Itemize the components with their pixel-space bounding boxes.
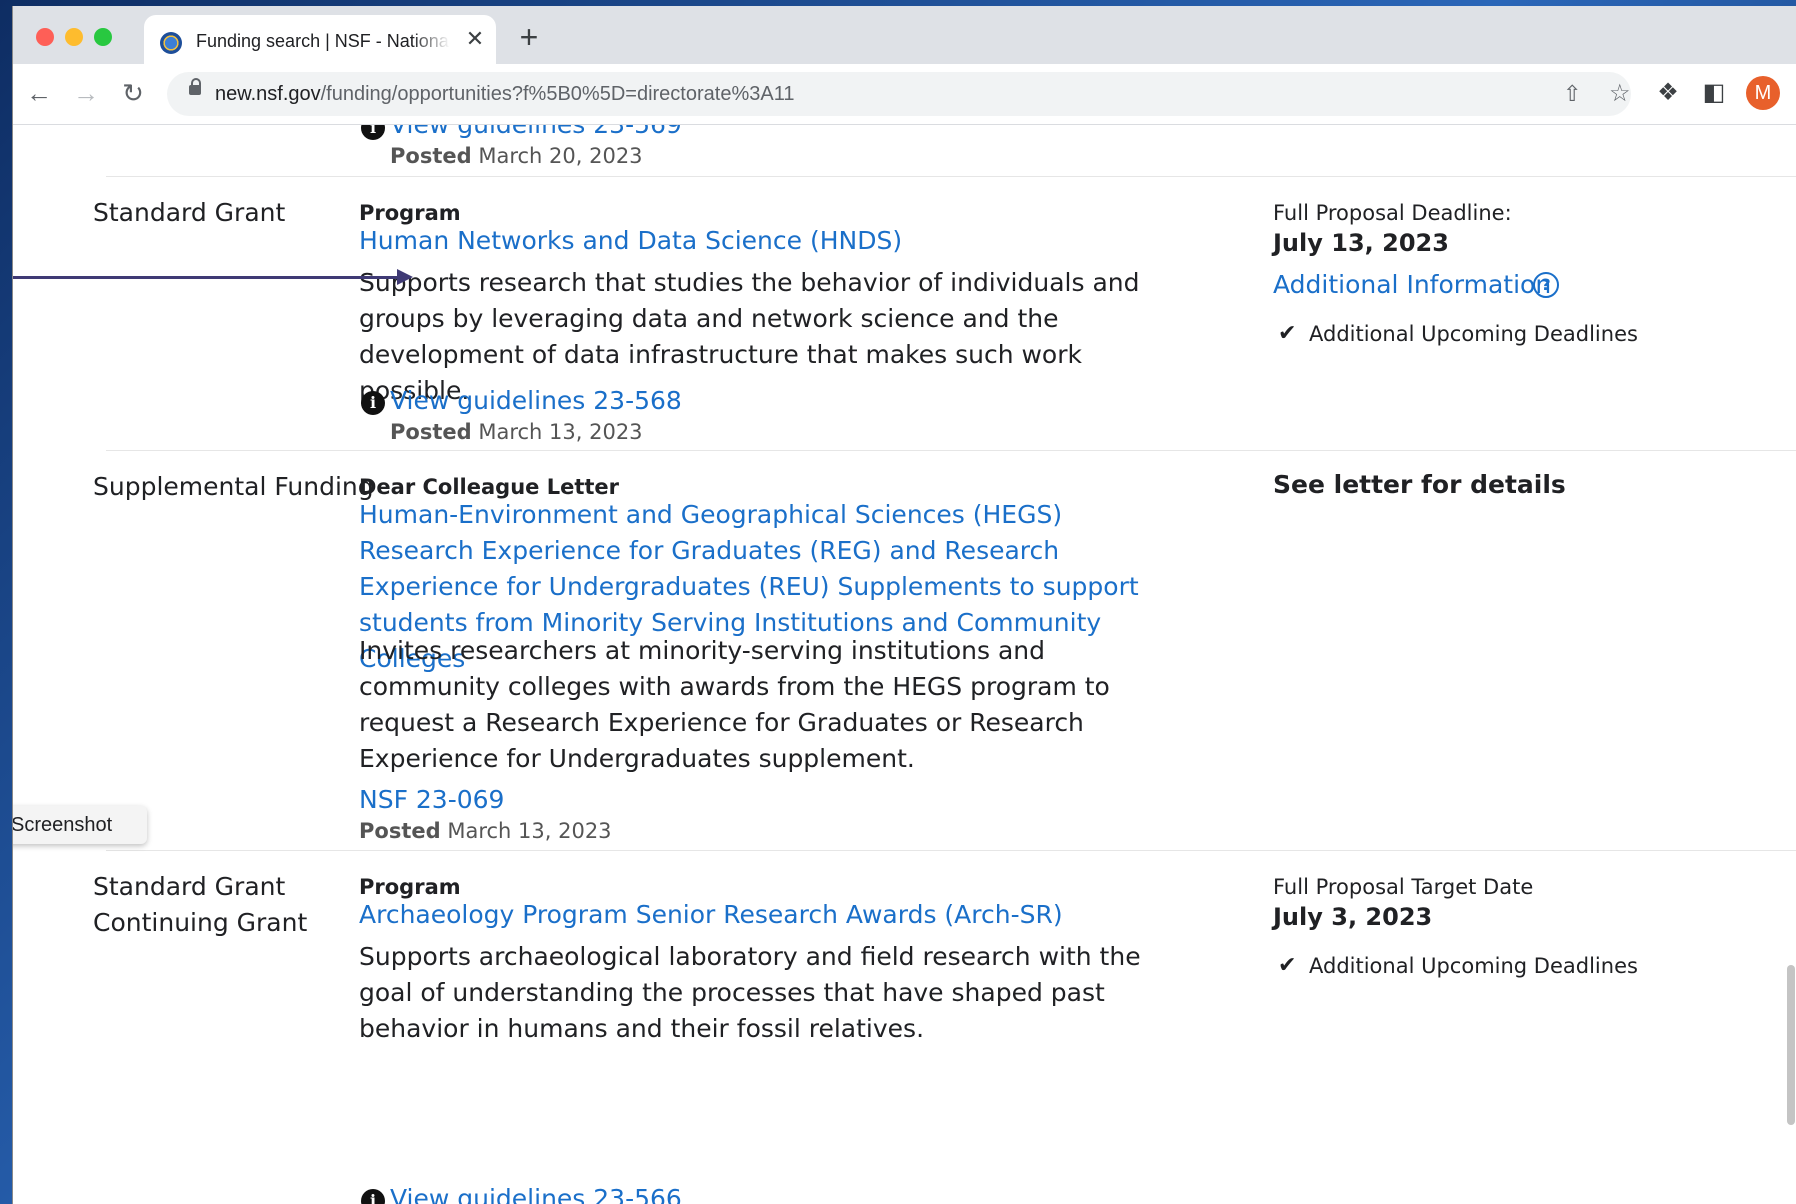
posted-date: March 13, 2023	[478, 420, 643, 444]
deadline-date: July 3, 2023	[1273, 903, 1433, 931]
close-window-button[interactable]	[36, 28, 54, 46]
posted-date: March 13, 2023	[447, 819, 612, 843]
url-text[interactable]: new.nsf.gov/funding/opportunities?f%5B0%…	[215, 83, 794, 106]
opportunity-description: Invites researchers at minority-serving …	[359, 636, 1110, 773]
back-arrow-icon[interactable]: ←	[25, 80, 53, 108]
row-divider	[106, 450, 1796, 451]
bookmark-star-icon[interactable]: ☆	[1609, 82, 1631, 106]
opportunity-kind: Dear Colleague Letter	[359, 475, 619, 499]
minimize-window-button[interactable]	[65, 28, 83, 46]
additional-information-link[interactable]: Additional Information	[1273, 270, 1551, 299]
posted-line: Posted March 13, 2023	[390, 420, 643, 444]
deadline-label: Full Proposal Target Date	[1273, 875, 1534, 899]
info-icon: i	[361, 391, 385, 415]
lock-icon[interactable]	[189, 78, 201, 95]
opportunity-kind: Program	[359, 201, 461, 225]
posted-line: Posted March 20, 2023	[390, 144, 643, 168]
funding-type: Supplemental Funding	[93, 472, 374, 501]
additional-upcoming-deadlines[interactable]: Additional Upcoming Deadlines	[1309, 954, 1638, 978]
checkmark-icon: ✔	[1278, 953, 1297, 978]
screenshot-overlay-button[interactable]: Screenshot	[13, 806, 147, 844]
extensions-puzzle-icon[interactable]: ❖	[1653, 78, 1683, 108]
question-circle-icon[interactable]: ?	[1533, 272, 1559, 298]
posted-line: Posted March 13, 2023	[359, 819, 612, 843]
posted-label: Posted	[359, 819, 441, 843]
forward-arrow-icon[interactable]: →	[72, 80, 100, 108]
annotation-arrow	[13, 269, 413, 285]
deadline-label: Full Proposal Deadline:	[1273, 201, 1512, 225]
row-divider	[106, 176, 1796, 177]
tab-strip: Funding search | NSF - National Science …	[13, 6, 1796, 65]
browser-window: Funding search | NSF - National Science …	[12, 6, 1796, 1204]
funding-type: Standard Grant	[93, 198, 286, 227]
info-icon: i	[361, 1189, 385, 1204]
tab-active[interactable]: Funding search | NSF - National Science …	[144, 15, 496, 65]
url-host: new.nsf.gov	[215, 83, 321, 105]
tab-close-icon[interactable]: ✕	[464, 28, 486, 50]
row-divider	[106, 850, 1796, 851]
tab-title: Funding search | NSF - National Science …	[196, 31, 450, 51]
posted-label: Posted	[390, 144, 472, 168]
guidelines-link[interactable]: View guidelines 23-569	[390, 125, 682, 139]
opportunity-title-link[interactable]: Human Networks and Data Science (HNDS)	[359, 223, 902, 259]
additional-upcoming-deadlines[interactable]: Additional Upcoming Deadlines	[1309, 322, 1638, 346]
scrollbar-thumb[interactable]	[1787, 965, 1795, 1125]
guidelines-link[interactable]: View guidelines 23-566	[390, 1184, 682, 1204]
funding-type: Standard Grant	[93, 872, 286, 901]
opportunity-description: Supports archaeological laboratory and f…	[359, 942, 1141, 1043]
info-icon: i	[361, 125, 385, 140]
opportunity-kind: Program	[359, 875, 461, 899]
checkmark-icon: ✔	[1278, 321, 1297, 346]
funding-type: Continuing Grant	[93, 908, 308, 937]
page-content: i View guidelines 23-569 Posted March 20…	[13, 125, 1796, 1204]
profile-avatar[interactable]: M	[1746, 76, 1780, 110]
guidelines-link[interactable]: View guidelines 23-568	[390, 386, 682, 415]
side-panel-icon[interactable]: ◧	[1699, 78, 1729, 108]
url-path: /funding/opportunities?f%5B0%5D=director…	[320, 83, 795, 105]
see-letter-note: See letter for details	[1273, 470, 1566, 499]
address-bar[interactable]: new.nsf.gov/funding/opportunities?f%5B0%…	[167, 72, 1631, 116]
nsf-number-link[interactable]: NSF 23-069	[359, 785, 504, 814]
new-tab-button[interactable]: +	[515, 21, 543, 53]
browser-toolbar: ← → ↻ new.nsf.gov/funding/opportunities?…	[13, 64, 1796, 125]
posted-date: March 20, 2023	[478, 144, 643, 168]
nsf-favicon-icon	[160, 32, 182, 54]
deadline-date: July 13, 2023	[1273, 229, 1449, 257]
zoom-window-button[interactable]	[94, 28, 112, 46]
share-icon[interactable]: ⇧	[1563, 82, 1581, 106]
reload-icon[interactable]: ↻	[119, 80, 147, 108]
opportunity-title-link[interactable]: Archaeology Program Senior Research Awar…	[359, 897, 1063, 933]
posted-label: Posted	[390, 420, 472, 444]
